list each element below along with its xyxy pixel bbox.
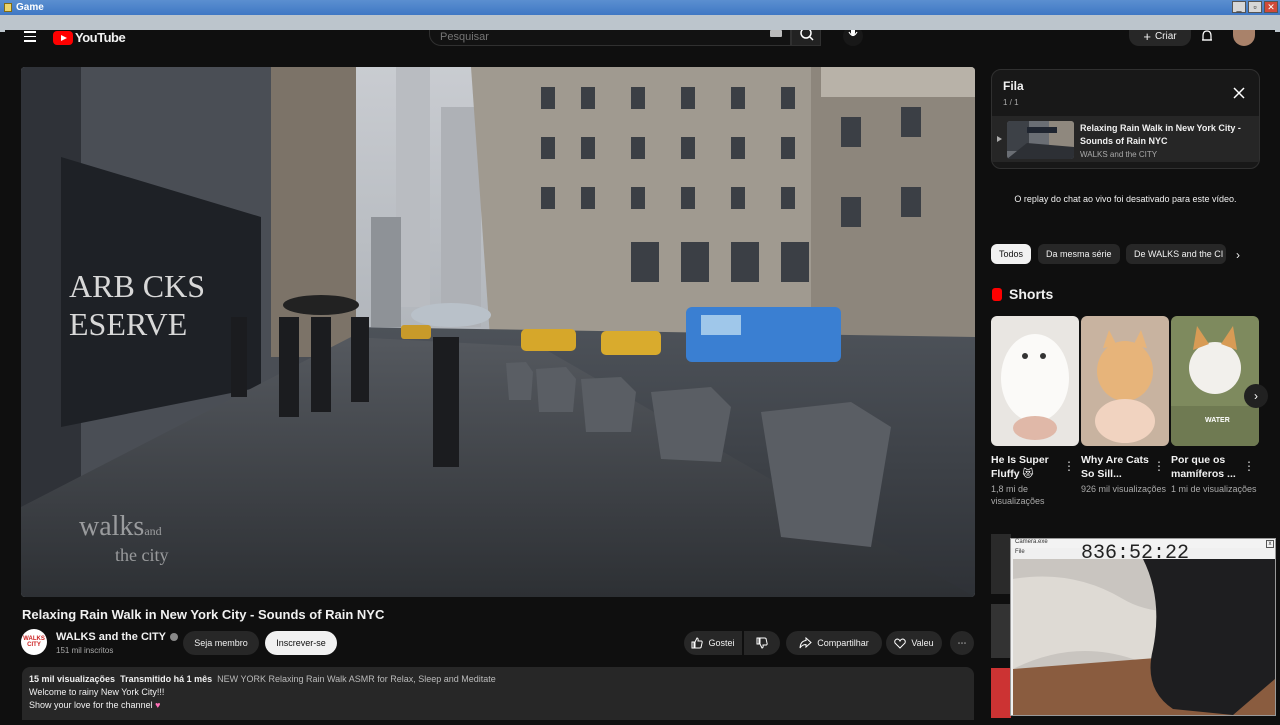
shorts-heading-label: Shorts xyxy=(1009,286,1054,302)
subscriber-count: 151 mil inscritos xyxy=(56,646,114,655)
search-input[interactable] xyxy=(430,30,750,46)
short-views: 926 mil visualizações xyxy=(1081,484,1167,494)
menu-icon[interactable] xyxy=(24,31,36,45)
posted-date: Transmitido há 1 mês xyxy=(120,674,213,684)
more-vertical-icon[interactable]: ⋮ xyxy=(1063,459,1075,473)
close-icon xyxy=(1233,87,1245,99)
chips-next-button[interactable]: › xyxy=(1236,248,1240,262)
share-button[interactable]: Compartilhar xyxy=(786,631,882,655)
notifications-button[interactable] xyxy=(1200,30,1214,46)
window-controls: _ ▫ ✕ xyxy=(1232,1,1278,13)
short-views: 1,8 mi de visualizações xyxy=(991,484,1045,506)
close-window-button[interactable]: ✕ xyxy=(1264,1,1278,13)
dislike-button[interactable] xyxy=(744,631,780,655)
queue-title: Fila xyxy=(1003,79,1024,93)
subscribe-button[interactable]: Inscrever-se xyxy=(265,631,337,655)
bell-icon xyxy=(1202,30,1212,41)
os-title-bar: Game _ ▫ ✕ xyxy=(0,0,1280,15)
description-meta: 15 mil visualizações Transmitido há 1 mê… xyxy=(29,673,967,686)
shorts-heading: Shorts xyxy=(992,286,1053,302)
like-label: Gostei xyxy=(708,638,735,648)
short-thumbnail xyxy=(1081,316,1169,446)
camera-close-button[interactable]: x xyxy=(1266,540,1274,548)
more-vertical-icon[interactable]: ⋮ xyxy=(1243,459,1255,473)
description-box[interactable]: 15 mil visualizações Transmitido há 1 mê… xyxy=(22,667,974,720)
thanks-button[interactable]: Valeu xyxy=(886,631,942,655)
window-title: Game xyxy=(16,2,44,13)
create-label: Criar xyxy=(1154,30,1177,42)
youtube-header: YouTube + Criar xyxy=(5,30,1275,46)
short-views: 1 mi de visualizações xyxy=(1171,484,1257,494)
short-thumbnail: WATER xyxy=(1171,316,1259,446)
chip-all[interactable]: Todos xyxy=(991,244,1032,264)
queue-panel: Fila 1 / 1 Relaxing Rain Walk in New Yor… xyxy=(991,69,1260,169)
shorts-next-button[interactable]: › xyxy=(1244,384,1268,408)
chat-disabled-message: O replay do chat ao vivo foi desativado … xyxy=(1014,194,1237,204)
queue-item-channel: WALKS and the CITY xyxy=(1080,150,1158,159)
join-button[interactable]: Seja membro xyxy=(183,631,259,655)
thanks-label: Valeu xyxy=(911,638,934,648)
search-icon xyxy=(800,30,814,41)
short-title: He Is Super Fluffy 😻 xyxy=(991,454,1049,480)
voice-search-button[interactable] xyxy=(843,30,863,46)
maximize-button[interactable]: ▫ xyxy=(1248,1,1262,13)
more-vertical-icon[interactable]: ⋮ xyxy=(1153,459,1165,473)
queue-item-thumbnail xyxy=(1007,121,1074,159)
chip-channel[interactable]: De WALKS and the CI xyxy=(1126,244,1226,264)
thumbs-down-icon xyxy=(756,637,768,649)
video-watermark: walksand the city xyxy=(79,511,169,566)
svg-text:ARB CKS: ARB CKS xyxy=(69,268,205,304)
super-thanks-icon xyxy=(894,638,907,649)
channel-name-wrap[interactable]: WALKS and the CITY xyxy=(56,631,178,643)
svg-text:WATER: WATER xyxy=(1205,417,1230,424)
more-actions-button[interactable]: ⋯ xyxy=(950,631,974,655)
short-title: Why Are Cats So Sill... xyxy=(1081,454,1149,480)
description-tags-2: ASMR for Relax, Sleep and Meditate xyxy=(348,674,496,684)
youtube-logo-text: YouTube xyxy=(75,30,126,45)
related-videos-list xyxy=(991,528,1011,720)
short-thumbnail xyxy=(991,316,1079,446)
thumbs-up-icon xyxy=(691,637,704,649)
like-button[interactable]: Gostei xyxy=(684,631,742,655)
short-title: Por que os mamíferos ... xyxy=(1171,454,1236,480)
short-item[interactable]: Why Are Cats So Sill... 926 mil visualiz… xyxy=(1081,316,1169,495)
chip-same-series[interactable]: Da mesma série xyxy=(1038,244,1120,264)
minimize-button[interactable]: _ xyxy=(1232,1,1246,13)
camera-feed xyxy=(1013,559,1275,715)
camera-menu[interactable]: File xyxy=(1015,549,1025,555)
keyboard-icon[interactable] xyxy=(770,30,782,37)
share-label: Compartilhar xyxy=(817,638,869,648)
user-avatar[interactable] xyxy=(1233,30,1255,46)
shorts-icon xyxy=(992,287,1002,301)
verified-icon xyxy=(170,633,178,642)
microphone-icon xyxy=(848,30,858,37)
description-line-2: Welcome to rainy New York City!!! xyxy=(29,687,165,697)
svg-text:ESERVE: ESERVE xyxy=(69,306,187,342)
youtube-play-icon xyxy=(53,30,73,45)
plus-icon: + xyxy=(1143,30,1151,44)
app-icon xyxy=(4,3,12,12)
search-box xyxy=(429,30,791,46)
short-item[interactable]: He Is Super Fluffy 😻 1,8 mi de visualiza… xyxy=(991,316,1079,507)
channel-avatar[interactable]: WALKS CITY xyxy=(21,629,47,655)
create-button[interactable]: + Criar xyxy=(1129,30,1191,46)
queue-item-title: Relaxing Rain Walk in New York City - So… xyxy=(1080,123,1241,146)
camera-overlay-window[interactable]: Camera.exe x File 836:52:22 xyxy=(1010,538,1276,716)
share-icon xyxy=(799,637,812,649)
video-title: Relaxing Rain Walk in New York City - So… xyxy=(22,607,385,622)
video-player[interactable]: ARB CKS ESERVE walksand the city xyxy=(21,67,975,597)
view-count: 15 mil visualizações xyxy=(29,674,116,684)
channel-name[interactable]: WALKS and the CITY xyxy=(56,631,166,643)
description-tags: NEW YORK Relaxing Rain Walk xyxy=(217,674,347,684)
now-playing-icon xyxy=(997,136,1002,142)
short-item[interactable]: WATER Por que os mamíferos ... 1 mi de v… xyxy=(1171,316,1259,495)
queue-close-button[interactable] xyxy=(1232,86,1246,100)
queue-count: 1 / 1 xyxy=(1003,98,1019,107)
search-button[interactable] xyxy=(791,30,821,46)
youtube-logo[interactable]: YouTube xyxy=(53,30,126,45)
description-line-3: Show your love for the channel ♥ xyxy=(29,700,161,710)
queue-item[interactable]: Relaxing Rain Walk in New York City - So… xyxy=(992,116,1259,162)
